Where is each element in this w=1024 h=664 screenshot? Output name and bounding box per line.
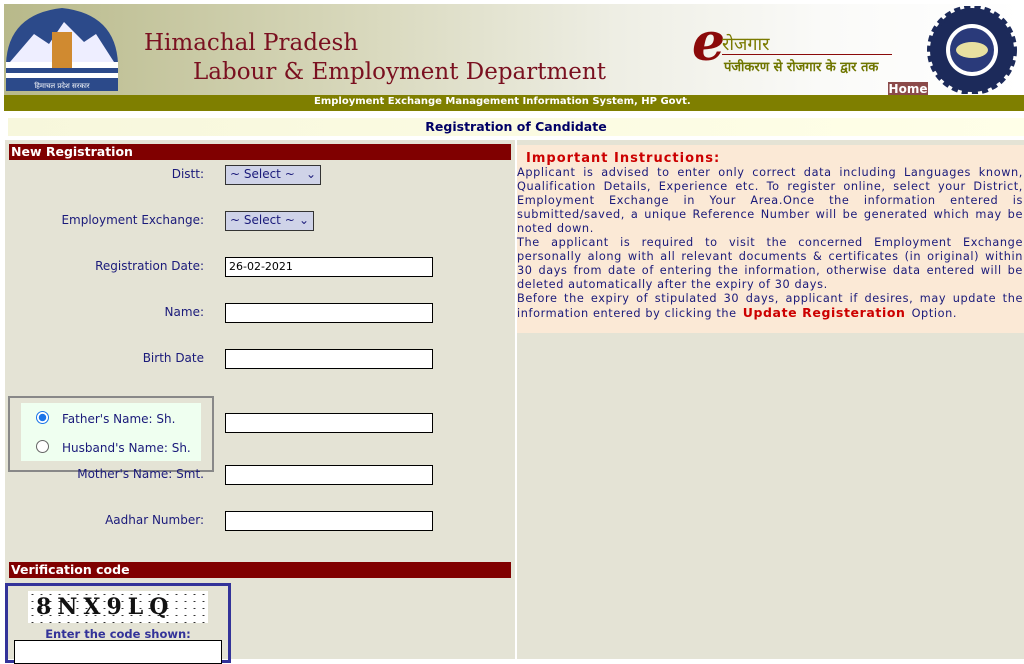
father-husband-name-input[interactable] [225, 413, 433, 433]
chevron-down-icon: ⌄ [298, 213, 309, 227]
important-instructions: Important Instructions: Applicant is adv… [517, 145, 1024, 333]
birth-date-label: Birth Date [142, 351, 204, 365]
husband-radio[interactable] [36, 440, 49, 453]
employment-services-seal-logo [927, 6, 1017, 94]
exchange-selected-value: ~ Select ~ [230, 213, 295, 227]
name-label: Name: [164, 305, 204, 319]
registration-date-input[interactable]: 26-02-2021 [225, 257, 433, 277]
erozgar-logo-e: e [692, 12, 726, 73]
update-registration-link[interactable]: Update Registeration [743, 305, 906, 320]
instructions-title: Important Instructions: [526, 151, 721, 166]
erozgar-logo-word: रोजगार [722, 34, 770, 55]
svg-text:हिमाचल प्रदेश सरकार: हिमाचल प्रदेश सरकार [34, 81, 89, 90]
captcha-prompt: Enter the code shown: [45, 627, 191, 641]
instruction-text: Option. [911, 307, 958, 320]
mother-name-label: Mother's Name: Smt. [77, 467, 204, 481]
father-radio[interactable] [36, 411, 49, 424]
instruction-paragraph: The applicant is required to visit the c… [517, 236, 1023, 291]
hp-govt-emblem-logo: हिमाचल प्रदेश सरकार [6, 8, 118, 91]
mother-name-input[interactable] [225, 465, 433, 485]
erozgar-tagline: पंजीकरण से रोजगार के द्वार तक [724, 60, 879, 75]
aadhar-label: Aadhar Number: [105, 513, 204, 527]
husband-name-label: Husband's Name: Sh. [62, 441, 191, 455]
captcha-text: 8NX9LQ [36, 594, 175, 620]
birth-date-input[interactable] [225, 349, 433, 369]
instruction-paragraph: Applicant is advised to enter only corre… [517, 166, 1023, 235]
distt-label: Distt: [171, 167, 204, 181]
aadhar-input[interactable] [225, 511, 433, 531]
subtitle-bar: Employment Exchange Management Informati… [4, 95, 1024, 111]
page-title: Registration of Candidate [8, 118, 1024, 136]
father-name-label: Father's Name: Sh. [62, 412, 176, 426]
employment-exchange-label: Employment Exchange: [61, 213, 204, 227]
name-input[interactable] [225, 303, 433, 323]
divider [722, 54, 892, 55]
title-line-1: Himachal Pradesh [144, 30, 359, 56]
employment-exchange-select[interactable]: ~ Select ~ ⌄ [225, 211, 314, 231]
chevron-down-icon: ⌄ [305, 167, 316, 181]
title-line-2: Labour & Employment Department [193, 59, 606, 85]
registration-date-label: Registration Date: [95, 259, 204, 273]
distt-selected-value: ~ Select ~ [230, 167, 295, 181]
captcha-input[interactable] [14, 640, 222, 664]
instruction-paragraph: Before the expiry of stipulated 30 days,… [517, 292, 1024, 321]
home-link[interactable]: Home [888, 82, 928, 96]
new-registration-header: New Registration [9, 144, 511, 160]
distt-select[interactable]: ~ Select ~ ⌄ [225, 165, 321, 185]
captcha-image: 8NX9LQ [28, 591, 208, 623]
verification-header: Verification code [9, 562, 511, 578]
